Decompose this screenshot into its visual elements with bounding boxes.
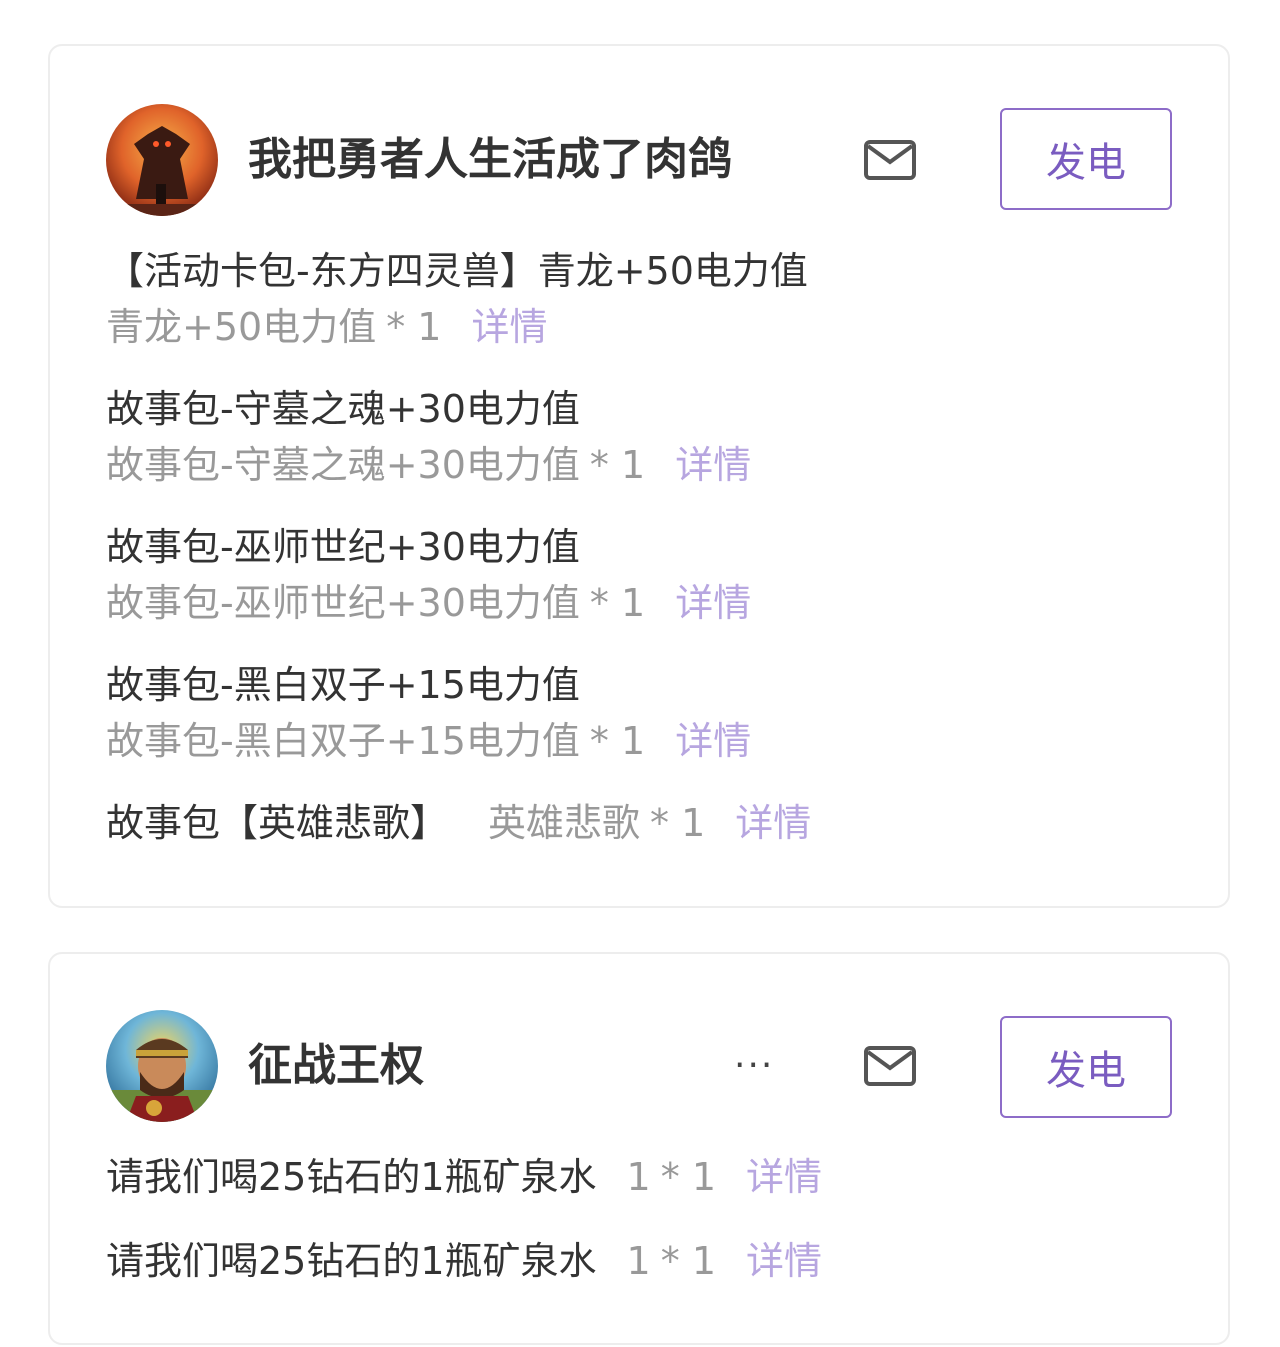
supporter-card: 征战王权 ··· 发电 请我们喝25钻石的1瓶矿泉水 1 * 1 详情 请我们喝25钻…	[48, 952, 1230, 1345]
item-title: 故事包-守墓之魂+30电力值	[106, 387, 580, 431]
detail-link[interactable]: 详情	[675, 719, 751, 763]
power-button[interactable]: 发电	[1000, 1016, 1172, 1118]
item-row-inline: 请我们喝25钻石的1瓶矿泉水 1 * 1 详情	[106, 1152, 822, 1202]
detail-link[interactable]: 详情	[471, 305, 547, 349]
item-title: 故事包-巫师世纪+30电力值	[106, 525, 580, 569]
item-qty: * 1	[650, 801, 706, 845]
demon-avatar-icon	[106, 104, 218, 216]
item-title: 请我们喝25钻石的1瓶矿泉水	[106, 1239, 597, 1283]
power-button[interactable]: 发电	[1000, 108, 1172, 210]
item-sub-label: 故事包-巫师世纪+30电力值	[106, 581, 580, 625]
item-sub-label: 故事包-守墓之魂+30电力值	[106, 443, 580, 487]
item-sub: 故事包-巫师世纪+30电力值 * 1 详情	[106, 578, 751, 628]
item-sub-label: 故事包-黑白双子+15电力值	[106, 719, 580, 763]
item-qty: * 1	[589, 443, 646, 487]
item-qty: * 1	[660, 1155, 716, 1199]
item-title: 故事包【英雄悲歌】	[106, 801, 449, 845]
item-qty: * 1	[589, 719, 646, 763]
author-name[interactable]: 我把勇者人生活成了肉鸽	[248, 132, 732, 188]
detail-link[interactable]: 详情	[746, 1239, 822, 1283]
item-sub-label: 1	[626, 1155, 651, 1199]
item-sub: 故事包-黑白双子+15电力值 * 1 详情	[106, 716, 751, 766]
avatar[interactable]	[106, 104, 218, 216]
item-sub-label: 英雄悲歌	[488, 801, 641, 845]
item-sub: 故事包-守墓之魂+30电力值 * 1 详情	[106, 440, 751, 490]
more-icon[interactable]: ···	[734, 1046, 774, 1086]
item-sub-label: 青龙+50电力值	[106, 305, 377, 349]
item-title: 请我们喝25钻石的1瓶矿泉水	[106, 1155, 597, 1199]
item-row-inline: 请我们喝25钻石的1瓶矿泉水 1 * 1 详情	[106, 1236, 822, 1286]
supporter-card: 我把勇者人生活成了肉鸽 发电 【活动卡包-东方四灵兽】青龙+50电力值 青龙+5…	[48, 44, 1230, 908]
item-title: 【活动卡包-东方四灵兽】青龙+50电力值	[106, 249, 808, 293]
avatar[interactable]	[106, 1010, 218, 1122]
mail-icon[interactable]	[864, 1046, 916, 1086]
item-qty: * 1	[589, 581, 646, 625]
detail-link[interactable]: 详情	[735, 801, 811, 845]
item-sub: 青龙+50电力值 * 1 详情	[106, 302, 547, 352]
detail-link[interactable]: 详情	[675, 443, 751, 487]
item-row-inline: 故事包【英雄悲歌】 英雄悲歌 * 1 详情	[106, 798, 811, 848]
detail-link[interactable]: 详情	[675, 581, 751, 625]
detail-link[interactable]: 详情	[746, 1155, 822, 1199]
item-title: 故事包-黑白双子+15电力值	[106, 663, 580, 707]
author-name[interactable]: 征战王权	[248, 1038, 424, 1094]
mail-icon[interactable]	[864, 140, 916, 180]
king-avatar-icon	[106, 1010, 218, 1122]
item-qty: * 1	[660, 1239, 716, 1283]
item-qty: * 1	[386, 305, 442, 349]
item-sub-label: 1	[626, 1239, 651, 1283]
